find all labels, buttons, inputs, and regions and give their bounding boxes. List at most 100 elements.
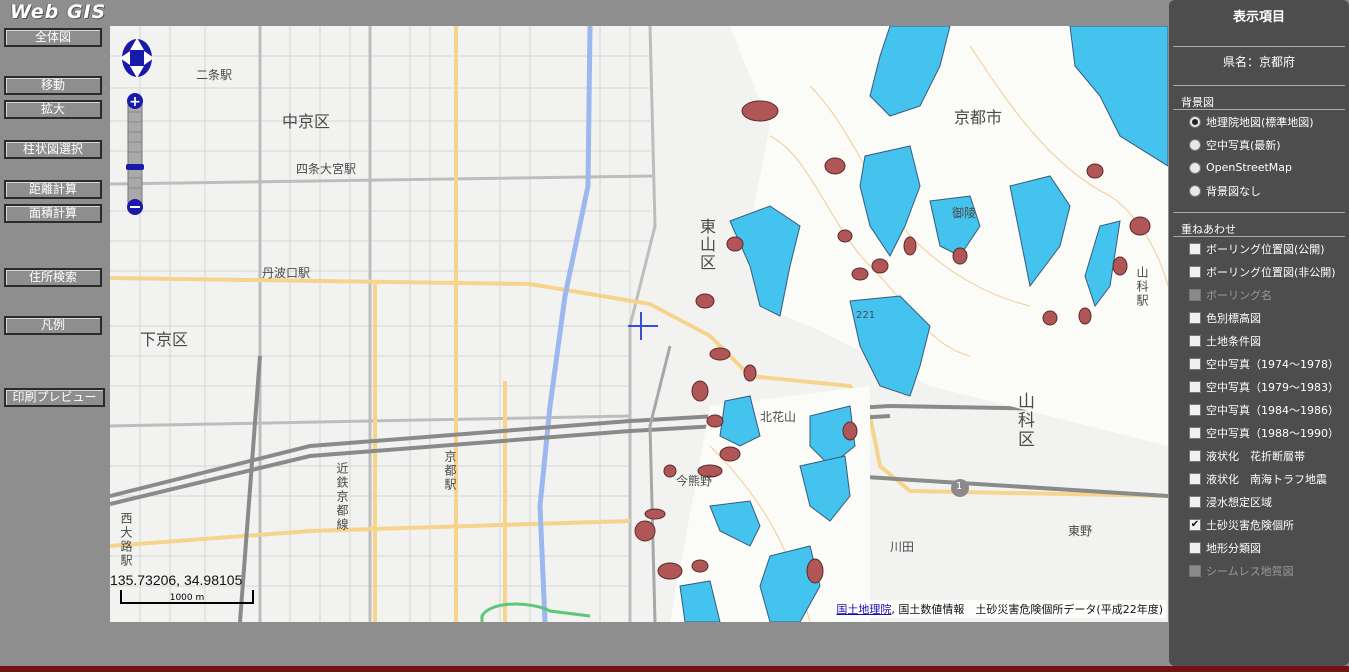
checkbox[interactable] [1189, 380, 1201, 393]
option-label: 土地条件図 [1206, 334, 1261, 348]
overlay-option: シームレス地質図 [1169, 559, 1349, 582]
attribution-text: , 国土数値情報 土砂災害危険個所データ(平成22年度) [891, 603, 1163, 616]
option-label: ボーリング位置図(非公開) [1206, 265, 1336, 279]
overlay-option[interactable]: 土地条件図 [1169, 329, 1349, 352]
overlay-option[interactable]: ボーリング位置図(非公開) [1169, 260, 1349, 283]
option-label: 色別標高図 [1206, 311, 1261, 325]
option-label: ボーリング位置図(公開) [1206, 242, 1325, 256]
layer-panel: 表示項目 県名：京都府 背景図 地理院地図(標準地図) 空中写真(最新) OpenS… [1169, 0, 1349, 666]
option-label: 液状化 南海トラフ地震 [1206, 472, 1327, 486]
area-calc-button[interactable]: 面積計算 [4, 204, 102, 223]
option-label: OpenStreetMap [1206, 161, 1293, 174]
coordinate-readout: 135.73206, 34.98105 [110, 572, 243, 588]
panel-title: 表示項目 [1232, 10, 1285, 25]
imagumano-label: 今熊野 [676, 474, 713, 488]
background-option[interactable]: 空中写真(最新) [1169, 133, 1349, 156]
checkbox[interactable] [1189, 495, 1201, 508]
checkbox[interactable] [1189, 311, 1201, 324]
checkbox[interactable] [1189, 265, 1201, 278]
overlay-option[interactable]: 空中写真（1984～1986） [1169, 398, 1349, 421]
overlay-option[interactable]: 空中写真（1974～1978） [1169, 352, 1349, 375]
map-canvas[interactable]: 二条駅 中京区 四条大宮駅 丹波口駅 下京区 京都市 東山区 山科区 山科駅 北… [110, 26, 1168, 622]
print-preview-button[interactable]: 印刷プレビュー [4, 388, 105, 407]
shijo-omiya-label: 四条大宮駅 [296, 162, 357, 176]
checkbox[interactable] [1189, 403, 1201, 416]
overlay-option[interactable]: 色別標高図 [1169, 306, 1349, 329]
overlay-option[interactable]: 空中写真（1979～1983） [1169, 375, 1349, 398]
option-label: 液状化 花折断層帯 [1206, 449, 1305, 463]
app-title: Web GIS [10, 1, 107, 23]
background-option[interactable]: 地理院地図(標準地図) [1169, 110, 1349, 133]
svg-text:+: + [129, 94, 141, 110]
overlay-option[interactable]: 浸水想定区域 [1169, 490, 1349, 513]
radio-button[interactable] [1189, 161, 1201, 174]
kintetsu-kyoto-line-label: 近鉄京都線 [335, 462, 349, 532]
nishioji-station-label: 西大路駅 [119, 512, 133, 568]
map-attribution: 国土地理院, 国土数値情報 土砂災害危険個所データ(平成22年度) [833, 600, 1166, 618]
base-map [110, 26, 1168, 622]
overlay-options: ボーリング位置図(公開) ボーリング位置図(非公開) ボーリング名 色別標高図土地条件… [1169, 237, 1349, 582]
background-section-label: 背景図 [1181, 96, 1214, 109]
option-label: 空中写真（1984～1986） [1206, 403, 1339, 417]
zoom-in-button[interactable]: 拡大 [4, 100, 102, 119]
checkbox[interactable] [1189, 449, 1201, 462]
overlay-option[interactable]: ボーリング位置図(公開) [1169, 237, 1349, 260]
overlay-section-label: 重ねあわせ [1181, 223, 1236, 236]
pan-control[interactable] [118, 32, 158, 82]
overlay-option[interactable]: 液状化 南海トラフ地震 [1169, 467, 1349, 490]
yamashina-ward-label: 山科区 [1014, 392, 1034, 449]
background-option[interactable]: OpenStreetMap [1169, 156, 1349, 179]
overlay-option[interactable]: 空中写真（1988～1990） [1169, 421, 1349, 444]
checkbox [1189, 288, 1201, 301]
scale-label: 1000 m [169, 593, 205, 603]
option-label: ボーリング名 [1206, 288, 1272, 302]
option-label: 浸水想定区域 [1206, 495, 1272, 509]
legend-button[interactable]: 凡例 [4, 316, 102, 335]
option-label: 土砂災害危険個所 [1206, 518, 1294, 532]
radio-button[interactable] [1189, 184, 1201, 197]
option-label: シームレス地質図 [1206, 564, 1294, 578]
move-button[interactable]: 移動 [4, 76, 102, 95]
kawata-label: 川田 [890, 540, 915, 554]
bottom-bar [0, 666, 1349, 672]
yamashina-station-label: 山科駅 [1135, 266, 1149, 308]
full-view-button[interactable]: 全体図 [4, 28, 102, 47]
checkbox[interactable] [1189, 242, 1201, 255]
option-label: 地形分類図 [1206, 541, 1261, 555]
option-label: 背景図なし [1206, 184, 1261, 198]
gsi-link[interactable]: 国土地理院 [836, 603, 891, 616]
checkbox [1189, 564, 1201, 577]
nakagyo-label: 中京区 [282, 112, 331, 131]
nijo-station-label: 二条駅 [196, 68, 233, 82]
option-label: 空中写真（1979～1983） [1206, 380, 1339, 394]
checkbox[interactable] [1189, 426, 1201, 439]
prefecture-label: 県名：京都府 [1222, 55, 1295, 69]
kyoto-city-label: 京都市 [954, 108, 1003, 127]
kitakazan-label: 北花山 [760, 410, 797, 424]
overlay-option[interactable]: ✔ 土砂災害危険個所 [1169, 513, 1349, 536]
checkbox[interactable]: ✔ [1189, 518, 1201, 531]
zoom-slider[interactable]: + [124, 92, 146, 216]
tanbaguchi-label: 丹波口駅 [262, 266, 311, 280]
elevation-label: 221 [856, 310, 876, 321]
checkbox[interactable] [1189, 357, 1201, 370]
overlay-option[interactable]: 液状化 花折断層帯 [1169, 444, 1349, 467]
misasagi-label: 御陵 [952, 206, 977, 220]
distance-calc-button[interactable]: 距離計算 [4, 180, 102, 199]
option-label: 地理院地図(標準地図) [1206, 115, 1314, 129]
checkbox[interactable] [1189, 541, 1201, 554]
overlay-option: ボーリング名 [1169, 283, 1349, 306]
address-search-button[interactable]: 住所検索 [4, 268, 102, 287]
column-diagram-select-button[interactable]: 柱状図選択 [4, 140, 102, 159]
radio-button[interactable] [1189, 115, 1201, 128]
radio-button[interactable] [1189, 138, 1201, 151]
checkbox[interactable] [1189, 472, 1201, 485]
option-label: 空中写真（1988～1990） [1206, 426, 1339, 440]
option-label: 空中写真(最新) [1206, 138, 1281, 152]
higashiyama-label: 東山区 [697, 218, 716, 272]
option-label: 空中写真（1974～1978） [1206, 357, 1339, 371]
checkbox[interactable] [1189, 334, 1201, 347]
background-option[interactable]: 背景図なし [1169, 179, 1349, 202]
overlay-option[interactable]: 地形分類図 [1169, 536, 1349, 559]
scale-bar: 1000 m [120, 590, 254, 604]
